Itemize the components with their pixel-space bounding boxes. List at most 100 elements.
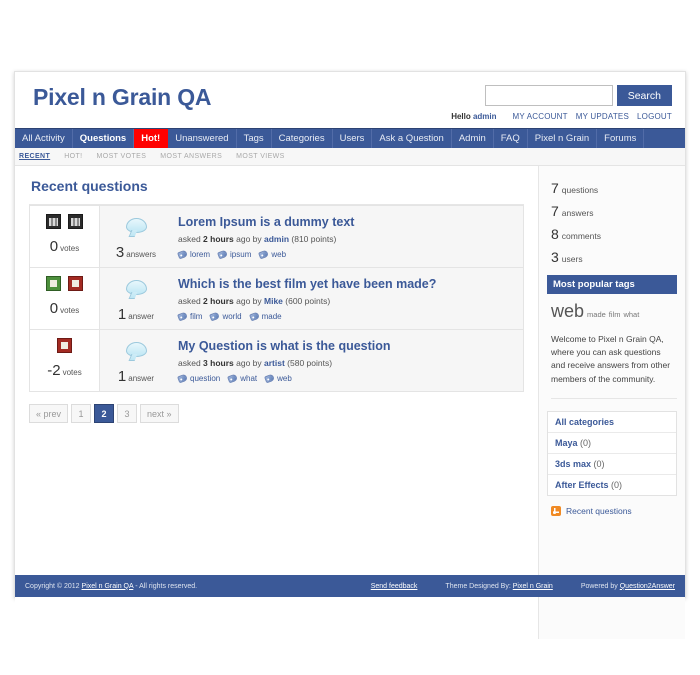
question-tag[interactable]: web: [258, 249, 286, 260]
question-tag[interactable]: made: [248, 311, 282, 322]
category-count: (0): [608, 479, 623, 490]
stat-label: users: [561, 254, 583, 264]
link-my-updates[interactable]: MY UPDATES: [576, 112, 629, 121]
question-title-link[interactable]: My Question is what is the question: [178, 339, 515, 353]
question-tag[interactable]: what: [227, 373, 257, 384]
vote-down-icon[interactable]: [57, 338, 72, 353]
answer-count-label: answer: [128, 312, 155, 321]
search-button[interactable]: Search: [616, 85, 672, 106]
question-tags: question what web: [177, 373, 515, 384]
tag-label: question: [190, 374, 221, 383]
meta-author-link[interactable]: admin: [264, 234, 289, 244]
question-row: 0 votes 1 answer Which is the best film yet …: [29, 268, 524, 330]
theme-author-link[interactable]: Pixel n Grain: [513, 583, 553, 590]
site-header: Pixel n Grain QA Search Hello admin MY AC…: [15, 72, 685, 128]
footer-site-link[interactable]: Pixel n Grain QA: [82, 583, 134, 590]
tag-icon: [177, 373, 188, 384]
question-tags: lorem ipsum web: [177, 249, 515, 260]
cloud-tag-film[interactable]: film: [609, 310, 621, 319]
rss-feed-link[interactable]: Recent questions: [551, 505, 677, 516]
content-columns: Recent questions 0 votes 3 answers Lorem Ips…: [15, 166, 685, 639]
tag-label: film: [190, 312, 203, 321]
pagination-1[interactable]: 1: [71, 404, 92, 423]
hello-user: Hello admin: [451, 112, 497, 121]
question-tag[interactable]: film: [177, 311, 203, 322]
search-input[interactable]: [484, 85, 613, 106]
stat-value: 3: [551, 249, 559, 265]
vote-count-value: -2: [47, 362, 61, 379]
question-title-link[interactable]: Lorem Ipsum is a dummy text: [178, 215, 515, 229]
meta-mid: ago by: [233, 358, 264, 368]
nav-item-tags[interactable]: Tags: [237, 129, 272, 148]
nav-item-users[interactable]: Users: [333, 129, 373, 148]
vote-down-icon[interactable]: [68, 276, 83, 291]
nav-item-ask-a-question[interactable]: Ask a Question: [372, 129, 452, 148]
meta-mid: ago by: [233, 296, 264, 306]
category-item-all-categories[interactable]: All categories: [548, 412, 676, 433]
search-form: Search: [484, 85, 672, 106]
stat-questions: 7 questions: [551, 180, 677, 196]
tag-icon: [209, 311, 221, 322]
pagination-2[interactable]: 2: [94, 404, 115, 423]
nav-item-categories[interactable]: Categories: [272, 129, 333, 148]
site-title: Pixel n Grain QA: [33, 84, 212, 110]
cloud-tag-what[interactable]: what: [623, 310, 639, 319]
meta-mid: ago by: [233, 234, 264, 244]
subnav-item-recent[interactable]: RECENT: [19, 153, 50, 160]
answer-count-label: answers: [126, 250, 157, 259]
nav-item-all-activity[interactable]: All Activity: [15, 129, 73, 148]
tag-label: world: [222, 312, 242, 321]
pagination: « prev 1 2 3 next »: [29, 404, 524, 423]
nav-item-admin[interactable]: Admin: [452, 129, 494, 148]
question-tag[interactable]: ipsum: [217, 249, 251, 260]
footer-send-feedback: Send feedback: [371, 583, 418, 590]
question-body: Which is the best film yet have been mad…: [172, 274, 523, 323]
subnav-item-most-votes[interactable]: MOST VOTES: [97, 153, 147, 160]
question-tag[interactable]: world: [209, 311, 242, 322]
subnav-item-most-views[interactable]: MOST VIEWS: [236, 153, 285, 160]
nav-item-forums[interactable]: Forums: [597, 129, 645, 148]
tag-icon: [177, 249, 188, 260]
vote-buttons: [57, 338, 72, 354]
meta-author-link[interactable]: artist: [264, 358, 285, 368]
tag-icon: [227, 373, 239, 384]
rss-icon: [551, 505, 561, 516]
vote-button-broken-icon[interactable]: [46, 214, 61, 229]
vote-button-broken-icon[interactable]: [68, 214, 83, 229]
category-item-after-effects[interactable]: After Effects (0): [548, 475, 676, 495]
subnav-item-hot[interactable]: HOT!: [64, 153, 82, 160]
nav-item-faq[interactable]: FAQ: [494, 129, 528, 148]
stat-value: 7: [551, 203, 559, 219]
category-item-3ds-max[interactable]: 3ds max (0): [548, 454, 676, 475]
meta-author-link[interactable]: Mike: [264, 296, 283, 306]
subnav-item-most-answers[interactable]: MOST ANSWERS: [160, 153, 222, 160]
question-tag[interactable]: lorem: [177, 249, 211, 260]
pagination-next[interactable]: next »: [140, 404, 179, 423]
meta-points: (580 points): [284, 358, 333, 368]
tag-label: lorem: [190, 250, 211, 259]
cloud-tag-web[interactable]: web: [551, 301, 584, 321]
rss-label: Recent questions: [566, 505, 632, 516]
question-title-link[interactable]: Which is the best film yet have been mad…: [178, 277, 515, 291]
pagination-3[interactable]: 3: [117, 404, 138, 423]
site-stats: 7 questions 7 answers 8 comments 3 users: [547, 180, 677, 265]
nav-item-pixel-n-grain[interactable]: Pixel n Grain: [528, 129, 598, 148]
question-tag[interactable]: web: [264, 373, 292, 384]
pagination-prev[interactable]: « prev: [29, 404, 69, 423]
stat-value: 8: [551, 226, 559, 242]
nav-item-questions[interactable]: Questions: [73, 129, 135, 148]
footer-copyright: Copyright © 2012 Pixel n Grain QA - All …: [25, 582, 198, 590]
send-feedback-link[interactable]: Send feedback: [371, 583, 418, 590]
category-item-maya[interactable]: Maya (0): [548, 433, 676, 454]
vote-up-icon[interactable]: [46, 276, 61, 291]
link-my-account[interactable]: MY ACCOUNT: [513, 112, 568, 121]
account-links: Hello admin MY ACCOUNT MY UPDATES LOGOUT: [451, 112, 672, 121]
nav-item-unanswered[interactable]: Unanswered: [168, 129, 237, 148]
page-root: Pixel n Grain QA Search Hello admin MY AC…: [0, 0, 700, 675]
question-tag[interactable]: question: [177, 373, 221, 384]
cloud-tag-made[interactable]: made: [587, 310, 606, 319]
powered-by-link[interactable]: Question2Answer: [620, 583, 675, 590]
stat-comments: 8 comments: [551, 226, 677, 242]
nav-item-hot[interactable]: Hot!: [134, 129, 169, 148]
link-logout[interactable]: LOGOUT: [637, 112, 672, 121]
